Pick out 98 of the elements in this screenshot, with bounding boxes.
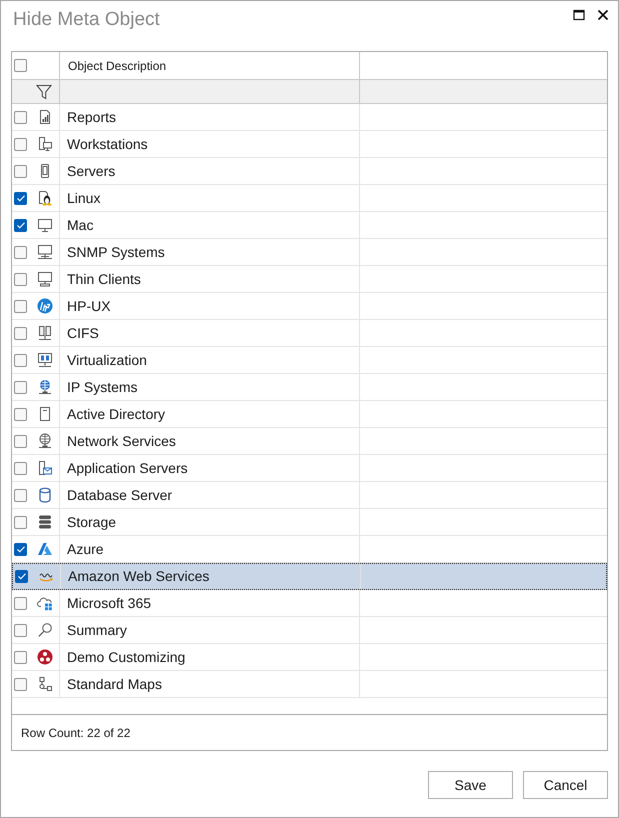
window-title: Hide Meta Object — [12, 8, 160, 32]
table-row[interactable]: IP Systems — [12, 374, 607, 401]
table-cell-text: HP-UX — [66, 296, 111, 316]
dialog-button[interactable]: Save — [428, 771, 513, 799]
table-row[interactable]: CIFS — [12, 320, 607, 347]
select-all-checkbox[interactable] — [14, 59, 27, 72]
close-icon[interactable] — [597, 9, 609, 21]
row-checkbox[interactable] — [14, 678, 27, 690]
table-cell-text: Thin Clients — [66, 270, 141, 288]
table-cell-text: Virtualization — [66, 350, 147, 370]
networked-globe-icon — [37, 379, 53, 395]
table-row[interactable]: Mac — [12, 212, 607, 239]
checkmark-icon — [16, 546, 24, 552]
cloud-windows-icon — [37, 595, 53, 611]
row-checkbox[interactable] — [14, 650, 27, 664]
table-row[interactable]: Reports — [12, 104, 607, 131]
table-cell-text: IP Systems — [66, 378, 138, 397]
table-row[interactable]: Microsoft 365 — [12, 590, 607, 617]
dots-disc-icon — [37, 649, 53, 665]
row-checkbox[interactable] — [15, 570, 28, 583]
checkmark-icon — [18, 573, 26, 580]
table-row[interactable]: Summary — [12, 617, 607, 644]
row-checkbox[interactable] — [14, 218, 27, 232]
column-header[interactable]: Object Description — [60, 52, 360, 79]
table-cell-text: Mac — [66, 216, 94, 234]
table-row[interactable]: HP-UX — [12, 293, 607, 320]
table-cell-text: CIFS — [66, 324, 99, 342]
bar-chart-document-icon — [37, 109, 53, 125]
server-envelope-icon — [37, 460, 53, 476]
table-cell-text: Standard Maps — [66, 674, 162, 694]
table-cell-text: Reports — [66, 108, 116, 127]
table-cell-text: Active Directory — [66, 404, 166, 424]
server-pair-icon — [37, 325, 53, 341]
checkmark-icon — [16, 194, 24, 202]
row-checkbox[interactable] — [14, 516, 27, 528]
workstation-icon — [37, 136, 53, 152]
storage-stack-icon — [37, 514, 53, 530]
row-checkbox[interactable] — [14, 246, 27, 258]
table-cell-text: Servers — [66, 162, 116, 180]
row-checkbox[interactable] — [14, 354, 27, 366]
circle-logo-icon — [37, 298, 53, 314]
row-checkbox[interactable] — [14, 542, 27, 556]
table-row[interactable]: Linux — [12, 185, 607, 212]
filter-icon[interactable] — [36, 84, 52, 100]
dialog-button[interactable]: Cancel — [523, 771, 608, 799]
table-cell-text: Demo Customizing — [66, 648, 186, 667]
table-row[interactable]: Demo Customizing — [12, 644, 607, 671]
monitor-icon — [37, 271, 53, 287]
table-cell-text: Workstations — [66, 134, 148, 154]
table-cell-text: Storage — [66, 512, 116, 532]
row-checkbox[interactable] — [14, 624, 27, 636]
table-row[interactable]: Database Server — [12, 482, 607, 509]
row-checkbox[interactable] — [14, 110, 27, 124]
table-row[interactable]: Workstations — [12, 131, 607, 158]
table-row[interactable]: Standard Maps — [12, 671, 607, 698]
table-row[interactable]: Amazon Web Services — [12, 563, 607, 590]
row-checkbox[interactable] — [14, 192, 27, 204]
table-cell-text: Linux — [66, 188, 100, 208]
table-cell-text: Microsoft 365 — [66, 594, 152, 612]
table-row[interactable]: Active Directory — [12, 401, 607, 428]
table-cell-text: Amazon Web Services — [67, 567, 210, 586]
row-checkbox[interactable] — [14, 462, 27, 474]
row-checkbox[interactable] — [14, 326, 27, 340]
table-cell-text: Network Services — [66, 432, 176, 450]
networked-globe-icon — [37, 433, 53, 449]
node-map-icon — [37, 676, 53, 692]
table-row[interactable]: Servers — [12, 158, 607, 185]
table-cell-text: Database Server — [66, 486, 172, 504]
table-row[interactable]: Storage — [12, 509, 607, 536]
checkmark-icon — [16, 222, 24, 228]
row-count-label: Row Count: 22 of 22 — [21, 724, 130, 742]
table-row[interactable]: Network Services — [12, 428, 607, 455]
virtual-machine-monitor-icon — [37, 352, 53, 368]
table-cell-text: Azure — [66, 540, 104, 558]
triangle-logo-icon — [37, 541, 53, 557]
database-cylinder-icon — [37, 487, 53, 503]
row-checkbox[interactable] — [14, 434, 27, 448]
row-checkbox[interactable] — [14, 164, 27, 178]
row-checkbox[interactable] — [14, 138, 27, 150]
row-checkbox[interactable] — [14, 596, 27, 610]
table-row[interactable]: Thin Clients — [12, 266, 607, 293]
networked-monitor-icon — [37, 244, 53, 260]
penguin-document-icon — [37, 190, 53, 206]
directory-book-icon — [37, 406, 53, 422]
table-row[interactable]: SNMP Systems — [12, 239, 607, 266]
table-cell-text: Application Servers — [66, 458, 188, 478]
table-row[interactable]: Virtualization — [12, 347, 607, 374]
table-cell-text: SNMP Systems — [66, 242, 165, 262]
row-checkbox[interactable] — [14, 300, 27, 312]
magnifier-icon — [37, 622, 53, 638]
maximize-icon[interactable] — [573, 9, 585, 21]
table-row[interactable]: Application Servers — [12, 455, 607, 482]
row-checkbox[interactable] — [14, 488, 27, 502]
row-checkbox[interactable] — [14, 380, 27, 394]
row-checkbox[interactable] — [14, 408, 27, 420]
table-cell-text: Summary — [66, 620, 127, 640]
monitor-icon — [37, 217, 53, 233]
row-checkbox[interactable] — [14, 272, 27, 286]
